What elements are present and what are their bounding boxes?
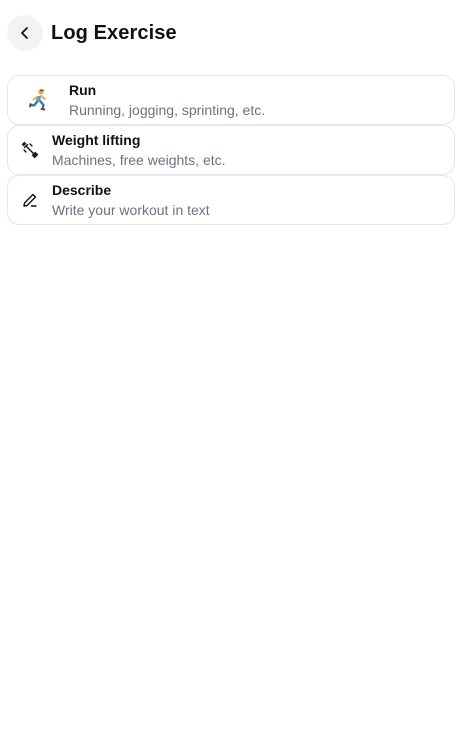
page-title: Log Exercise: [51, 21, 177, 44]
exercise-description: Machines, free weights, etc.: [52, 151, 226, 168]
exercise-label: Weight lifting: [52, 131, 141, 148]
exercise-description: Running, jogging, sprinting, etc.: [69, 101, 266, 118]
exercise-description: Write your workout in text: [52, 201, 210, 218]
exercise-list: Run Running, jogging, sprinting, etc. We…: [7, 75, 455, 225]
exercise-option-run[interactable]: Run Running, jogging, sprinting, etc.: [7, 75, 455, 125]
exercise-text: Run Running, jogging, sprinting, etc.: [69, 81, 265, 120]
running-person-icon: [8, 88, 69, 112]
exercise-label: Describe: [52, 181, 112, 198]
exercise-option-weight-lifting[interactable]: Weight lifting Machines, free weights, e…: [7, 125, 455, 175]
dumbbell-icon: [8, 141, 52, 159]
exercise-text: Weight lifting Machines, free weights, e…: [52, 131, 226, 170]
exercise-label: Run: [69, 81, 97, 98]
exercise-text: Describe Write your workout in text: [52, 181, 210, 220]
back-button[interactable]: [7, 15, 43, 51]
pencil-icon: [8, 192, 52, 208]
chevron-left-icon: [21, 27, 28, 39]
exercise-option-describe[interactable]: Describe Write your workout in text: [7, 175, 455, 225]
header: Log Exercise: [7, 15, 177, 51]
